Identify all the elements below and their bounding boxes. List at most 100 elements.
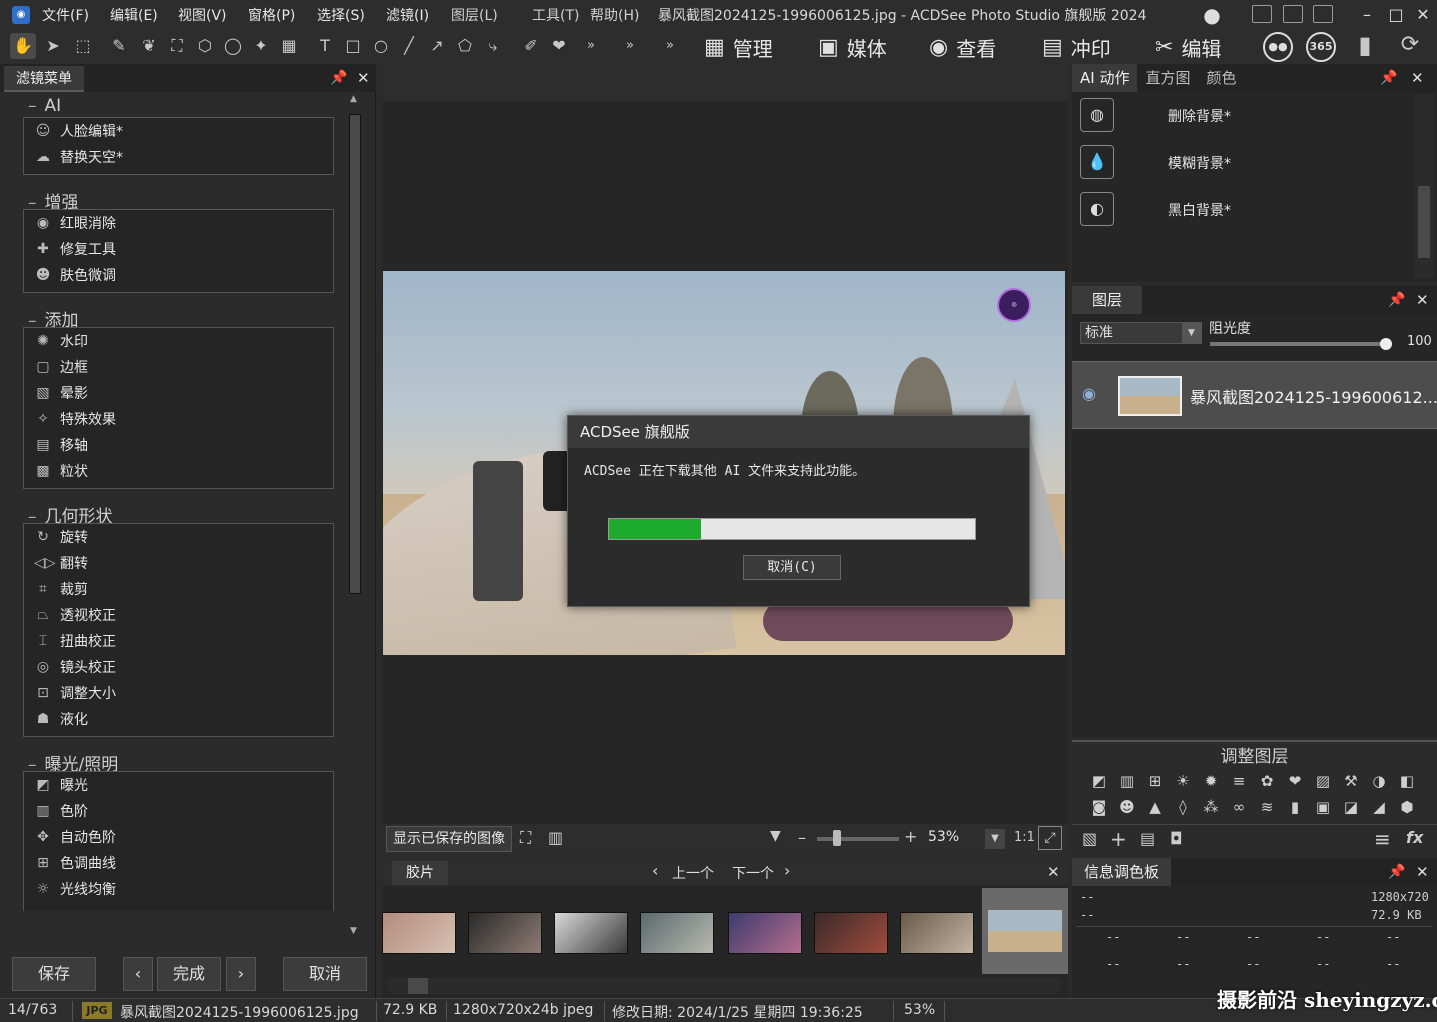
filter-exposure[interactable]: ◩ 曝光 — [24, 772, 333, 798]
prev-arrow-icon[interactable]: ‹ — [652, 861, 658, 880]
layers-close-icon[interactable]: ✕ — [1416, 291, 1429, 309]
layer-item[interactable]: ◉ 暴风截图2024125-199600612... — [1072, 361, 1437, 429]
maximize-button[interactable]: □ — [1384, 3, 1408, 27]
ellipse-tool-icon[interactable]: ○ — [368, 33, 394, 59]
filter-scrollbar[interactable]: ▲ ▼ — [346, 94, 364, 944]
more-tools-3-icon[interactable]: » — [657, 33, 683, 59]
filter-liquify[interactable]: ☗ 液化 — [24, 706, 333, 732]
filter-levels[interactable]: ▥ 色阶 — [24, 798, 333, 824]
filter-menu-tab[interactable]: 滤镜菜单 — [4, 66, 84, 92]
filter-skin-tune[interactable]: ☻ 肤色微调 — [24, 262, 333, 288]
app-icon[interactable]: ◉ — [12, 6, 30, 24]
film-thumbnail[interactable] — [468, 912, 542, 954]
filter-grain[interactable]: ▩ 粒状 — [24, 458, 333, 484]
adj-exposure-icon[interactable]: ◩ — [1088, 770, 1110, 792]
sync-icon[interactable]: ⟳ — [1397, 32, 1423, 58]
ai-close-icon[interactable]: ✕ — [1411, 69, 1424, 87]
menu-select[interactable]: 选择(S) — [317, 5, 365, 25]
scroll-down-icon[interactable]: ▼ — [350, 926, 357, 936]
next-image-button[interactable]: 下一个 — [732, 863, 774, 883]
tab-histogram[interactable]: 直方图 — [1137, 64, 1198, 92]
zoom-in-icon[interactable]: + — [904, 827, 917, 846]
mode-view-button[interactable]: ◉ 查看 — [929, 32, 996, 62]
opacity-slider[interactable] — [1210, 342, 1386, 346]
freehand-select-icon[interactable]: ◯ — [220, 33, 246, 59]
menu-view[interactable]: 视图(V) — [178, 5, 227, 25]
zoom-out-icon[interactable]: – — [798, 828, 806, 847]
visibility-eye-icon[interactable]: ◉ — [1082, 384, 1096, 403]
adj-dust-icon[interactable]: ⁂ — [1200, 796, 1222, 818]
prev-filter-button[interactable]: ‹ — [123, 957, 153, 991]
zoom-value[interactable]: 53% — [928, 829, 959, 845]
adj-gradient-icon[interactable]: ▮ — [1284, 796, 1306, 818]
mode-media-button[interactable]: ▣ 媒体 — [818, 32, 887, 62]
adj-camera-icon[interactable]: ◙ — [1088, 796, 1110, 818]
next-filter-button[interactable]: › — [226, 957, 256, 991]
filter-vignette[interactable]: ▧ 晕影 — [24, 380, 333, 406]
menu-lines-icon[interactable]: ≡ — [1374, 827, 1391, 851]
filter-rotate[interactable]: ↻ 旋转 — [24, 524, 333, 550]
adj-diagonal-icon[interactable]: ◪ — [1340, 796, 1362, 818]
film-thumbnail[interactable] — [382, 912, 456, 954]
adj-sun-icon[interactable]: ✹ — [1200, 770, 1222, 792]
hand-tool-icon[interactable]: ✋ — [10, 33, 36, 59]
curve-tool-icon[interactable]: ⤷ — [480, 33, 506, 59]
adj-glasses-icon[interactable]: ∞ — [1228, 796, 1250, 818]
lasso-tool-icon[interactable]: ❦ — [136, 33, 162, 59]
filter-watermark[interactable]: ✺ 水印 — [24, 328, 333, 354]
cancel-button[interactable]: 取消 — [283, 957, 367, 991]
menu-edit[interactable]: 编辑(E) — [110, 5, 158, 25]
filter-tilt-shift[interactable]: ▤ 移轴 — [24, 432, 333, 458]
next-arrow-icon[interactable]: › — [784, 861, 790, 880]
menu-help[interactable]: 帮助(H) — [590, 5, 639, 25]
mode-edit-button[interactable]: ✂ 编辑 — [1155, 32, 1221, 62]
layout-right-icon[interactable] — [1313, 5, 1333, 23]
close-window-button[interactable]: ✕ — [1411, 3, 1435, 27]
filter-crop[interactable]: ⌗ 裁剪 — [24, 576, 333, 602]
adj-curves-icon[interactable]: ⊞ — [1144, 770, 1166, 792]
tab-ai-actions[interactable]: AI 动作 — [1072, 64, 1138, 92]
zoom-slider[interactable] — [817, 837, 899, 841]
heal-tool-icon[interactable]: ❤ — [546, 33, 572, 59]
menu-tools[interactable]: 工具(T) — [532, 5, 579, 25]
zoom-slider-thumb[interactable] — [833, 830, 841, 846]
adj-sharpen-icon[interactable]: ▲ — [1144, 796, 1166, 818]
blend-dropdown-icon[interactable]: ▼ — [1182, 323, 1201, 343]
close-icon[interactable]: ✕ — [357, 69, 370, 87]
marquee-tool-icon[interactable]: ⬚ — [70, 33, 96, 59]
filter-auto-levels[interactable]: ✥ 自动色阶 — [24, 824, 333, 850]
filmstrip-close-icon[interactable]: ✕ — [1047, 863, 1060, 881]
film-thumbnail[interactable] — [900, 912, 974, 954]
layer-stack-icon[interactable]: ▧ — [1082, 829, 1097, 848]
dialog-cancel-button[interactable]: 取消(C) — [743, 555, 841, 580]
more-tools-2-icon[interactable]: » — [617, 33, 643, 59]
film-thumbnail[interactable] — [640, 912, 714, 954]
opacity-slider-thumb[interactable] — [1380, 338, 1392, 350]
eraser-tool-icon[interactable]: ▦ — [276, 33, 302, 59]
menu-pane[interactable]: 窗格(P) — [248, 5, 295, 25]
film-thumbnail-selected[interactable] — [982, 888, 1068, 974]
filter-special-effects[interactable]: ✧ 特殊效果 — [24, 406, 333, 432]
acdsee-365-icon[interactable]: 365 — [1306, 32, 1336, 62]
zoom-dropdown-icon[interactable]: ▼ — [985, 829, 1005, 849]
zoom-dropdown-arrow-icon[interactable]: ▼ — [770, 828, 781, 844]
tab-layers[interactable]: 图层 — [1072, 286, 1143, 314]
adj-image-icon[interactable]: ▨ — [1312, 770, 1334, 792]
minimize-button[interactable]: – — [1355, 3, 1379, 27]
dashboard-icon[interactable]: ▮ — [1352, 32, 1378, 58]
magic-wand-tool-icon[interactable]: ✦ — [248, 33, 274, 59]
adj-sliders-icon[interactable]: ≡ — [1228, 770, 1250, 792]
adj-brush-icon[interactable]: ⚒ — [1340, 770, 1362, 792]
fullscreen-icon[interactable]: ⛶ — [520, 828, 531, 848]
filter-tone-curves[interactable]: ⊞ 色调曲线 — [24, 850, 333, 876]
filter-distortion[interactable]: ⌶ 扭曲校正 — [24, 628, 333, 654]
filter-light-eq[interactable]: ☼ 光线均衡 — [24, 876, 333, 902]
film-thumbnail[interactable] — [554, 912, 628, 954]
tab-color[interactable]: 颜色 — [1198, 64, 1244, 92]
film-thumbnail[interactable] — [728, 912, 802, 954]
mask-icon[interactable]: ◘ — [1170, 829, 1183, 848]
line-tool-icon[interactable]: ╱ — [396, 33, 422, 59]
show-saved-image-button[interactable]: 显示已保存的图像 — [386, 826, 512, 852]
histogram-icon[interactable]: ▥ — [548, 828, 563, 847]
adj-drop-icon[interactable]: ◊ — [1172, 796, 1194, 818]
